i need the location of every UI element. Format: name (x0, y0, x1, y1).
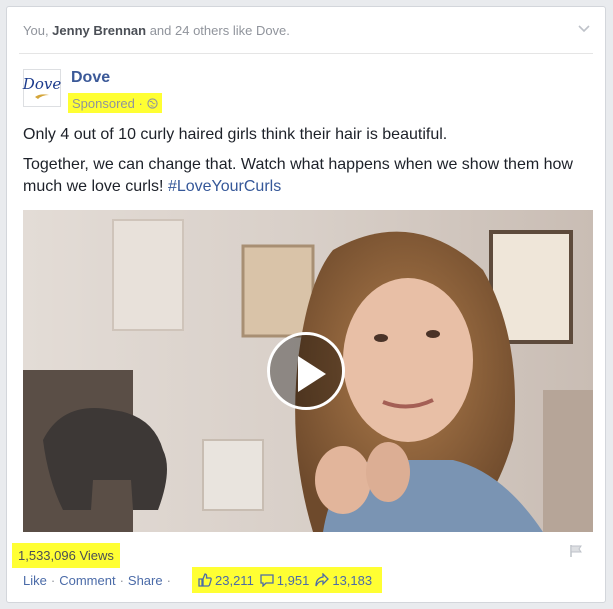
separator: · (119, 572, 124, 588)
sponsored-label: Sponsored · (68, 93, 162, 113)
post-line-1: Only 4 out of 10 curly haired girls thin… (23, 126, 448, 143)
dove-bird-icon (35, 94, 49, 99)
hashtag-link[interactable]: #LoveYourCurls (168, 178, 281, 195)
sponsored-post-card: You, Jenny Brennan and 24 others like Do… (6, 6, 606, 603)
divider (19, 53, 593, 54)
comment-link[interactable]: Comment (59, 573, 115, 588)
separator: · (50, 572, 56, 588)
engagement-counts: 23,211 1,951 13,183 (192, 567, 383, 593)
post-actions: Like · Comment · Share · (23, 571, 175, 589)
shares-count-group[interactable]: 13,183 (315, 573, 372, 588)
video-player[interactable] (23, 210, 593, 532)
sponsored-text: Sponsored · (72, 95, 143, 111)
share-arrow-icon (315, 573, 330, 587)
social-suffix: and 24 others like Dove. (146, 23, 290, 38)
social-context: You, Jenny Brennan and 24 others like Do… (23, 23, 290, 38)
page-name[interactable]: Dove (71, 69, 110, 87)
comments-count-group[interactable]: 1,951 (260, 572, 310, 588)
chevron-down-icon[interactable] (577, 21, 591, 35)
friend-name[interactable]: Jenny Brennan (52, 23, 146, 38)
play-icon (298, 356, 326, 392)
dove-logo-text: Dove (22, 75, 62, 93)
play-button[interactable] (267, 332, 345, 410)
thumbs-up-icon (198, 573, 212, 587)
comment-bubble-icon (260, 574, 274, 587)
like-link[interactable]: Like (23, 573, 47, 588)
likes-count-group[interactable]: 23,211 (198, 573, 254, 588)
post-body: Only 4 out of 10 curly haired girls thin… (23, 124, 595, 206)
likes-count: 23,211 (215, 572, 254, 588)
shares-count: 13,183 (332, 572, 373, 588)
flag-icon[interactable] (569, 544, 583, 558)
comments-count: 1,951 (276, 572, 310, 588)
post-line-2: Together, we can change that. Watch what… (23, 154, 595, 198)
social-prefix: You, (23, 23, 53, 38)
page-avatar[interactable]: Dove (23, 69, 61, 107)
video-views: 1,533,096 Views (12, 543, 120, 568)
share-link[interactable]: Share (128, 573, 163, 588)
post-line-2-text: Together, we can change that. Watch what… (23, 156, 573, 195)
globe-icon (147, 97, 158, 109)
separator: · (166, 572, 171, 588)
